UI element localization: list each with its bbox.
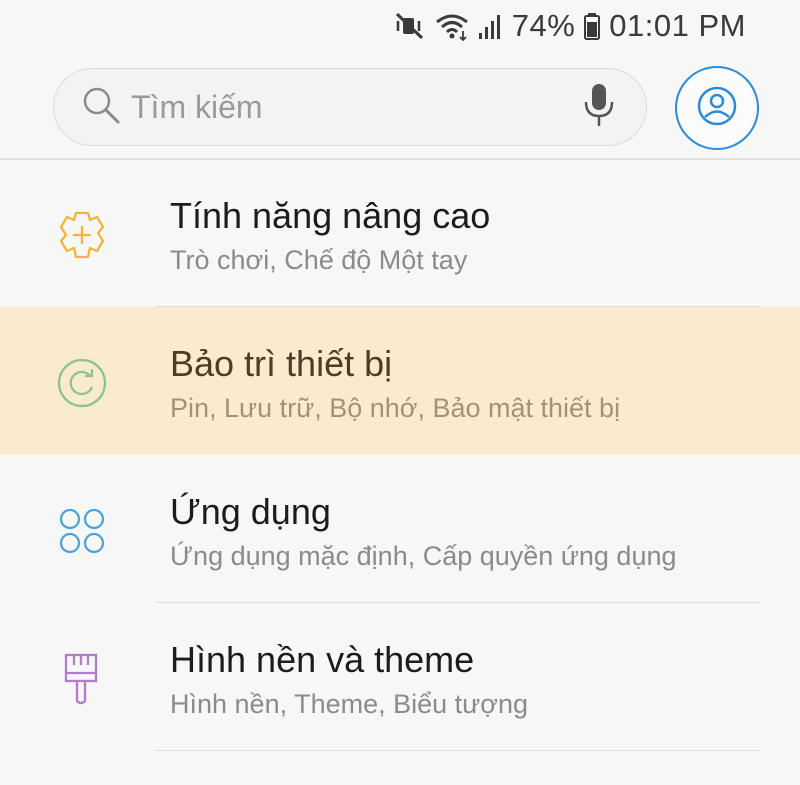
item-title: Hình nền và theme <box>170 639 475 680</box>
battery-percent: 74% <box>511 8 576 43</box>
settings-item-device-maintenance[interactable]: Bảo trì thiết bị Pin, Lưu trữ, Bộ nhớ, B… <box>0 307 800 455</box>
search-input[interactable]: Tìm kiếm <box>131 89 582 126</box>
search-bar[interactable]: Tìm kiếm <box>53 68 647 146</box>
advanced-features-gear-plus-icon <box>54 207 110 263</box>
divider <box>156 749 760 751</box>
item-subtitle: Ứng dụng mặc định, Cấp quyền ứng dụng <box>170 541 677 571</box>
paintbrush-icon <box>54 651 110 707</box>
signal-icon <box>478 11 504 41</box>
apps-grid-icon <box>54 503 110 559</box>
search-header: Tìm kiếm <box>0 66 800 150</box>
battery-icon <box>583 11 601 41</box>
settings-list: Tính năng nâng cao Trò chơi, Chế độ Một … <box>0 159 800 751</box>
profile-button[interactable] <box>675 66 759 150</box>
item-subtitle: Pin, Lưu trữ, Bộ nhớ, Bảo mật thiết bị <box>170 393 621 423</box>
item-title: Tính năng nâng cao <box>170 195 491 236</box>
wifi-icon <box>434 11 470 41</box>
user-avatar-icon <box>695 84 739 133</box>
status-bar: 74% 01:01 PM <box>0 0 800 52</box>
search-icon <box>81 85 121 130</box>
vibrate-mute-icon <box>394 11 426 41</box>
item-title: Ứng dụng <box>170 491 331 532</box>
item-title: Bảo trì thiết bị <box>170 343 393 384</box>
settings-item-wallpaper-theme[interactable]: Hình nền và theme Hình nền, Theme, Biểu … <box>0 603 800 751</box>
clock: 01:01 PM <box>609 8 746 43</box>
device-maintenance-refresh-icon <box>54 355 110 411</box>
item-subtitle: Trò chơi, Chế độ Một tay <box>170 245 468 275</box>
settings-item-apps[interactable]: Ứng dụng Ứng dụng mặc định, Cấp quyền ứn… <box>0 455 800 603</box>
item-subtitle: Hình nền, Theme, Biểu tượng <box>170 689 528 719</box>
microphone-icon[interactable] <box>582 82 616 133</box>
settings-item-advanced-features[interactable]: Tính năng nâng cao Trò chơi, Chế độ Một … <box>0 159 800 307</box>
